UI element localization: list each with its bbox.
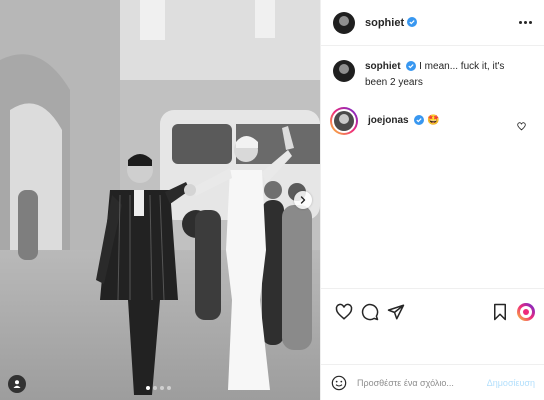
post-comment-button[interactable]: Δημοσίευση <box>487 378 535 388</box>
carousel-dot <box>167 386 171 390</box>
wedding-photo-illustration <box>0 0 320 400</box>
comment-author[interactable]: joejonas <box>368 115 409 126</box>
carousel-dot <box>153 386 157 390</box>
carousel-indicator <box>146 386 171 390</box>
carousel-next-button[interactable] <box>294 191 312 209</box>
post-photo[interactable] <box>0 0 320 400</box>
carousel-dot <box>160 386 164 390</box>
bookmark-icon[interactable] <box>487 299 513 325</box>
post-side-panel: sophiet sophiet I mean... fuck it, it's … <box>320 0 544 400</box>
heart-icon[interactable] <box>331 299 357 325</box>
caption-author[interactable]: sophiet <box>365 61 401 72</box>
more-options-icon[interactable] <box>519 21 532 24</box>
verified-badge-icon <box>414 115 425 130</box>
chevron-right-icon <box>300 196 306 204</box>
author-avatar[interactable] <box>333 11 355 34</box>
smiley-icon[interactable] <box>331 375 347 391</box>
carousel-dot-active <box>146 386 150 390</box>
verified-badge-icon <box>406 61 417 76</box>
commenter-avatar[interactable] <box>330 107 358 135</box>
author-username[interactable]: sophiet <box>365 17 404 29</box>
comment-text: 🤩 <box>427 115 440 126</box>
comment-composer: Δημοσίευση <box>321 364 544 400</box>
post-actions-bar <box>321 288 544 334</box>
comment-like-heart-icon[interactable] <box>517 118 526 136</box>
reels-icon[interactable] <box>517 302 535 321</box>
person-tag-icon <box>13 380 21 388</box>
comments-list: sophiet I mean... fuck it, it's been 2 y… <box>321 46 544 288</box>
author-avatar[interactable] <box>333 60 355 82</box>
tagged-people-button[interactable] <box>8 375 26 393</box>
paper-plane-icon[interactable] <box>383 299 409 325</box>
comment-bubble-icon[interactable] <box>357 299 383 325</box>
caption-comment: sophiet I mean... fuck it, it's been 2 y… <box>333 60 532 90</box>
comment-input[interactable] <box>357 377 487 388</box>
verified-badge-icon <box>407 14 418 32</box>
comment-item: joejonas 🤩 <box>330 107 532 136</box>
post-header: sophiet <box>321 0 544 46</box>
